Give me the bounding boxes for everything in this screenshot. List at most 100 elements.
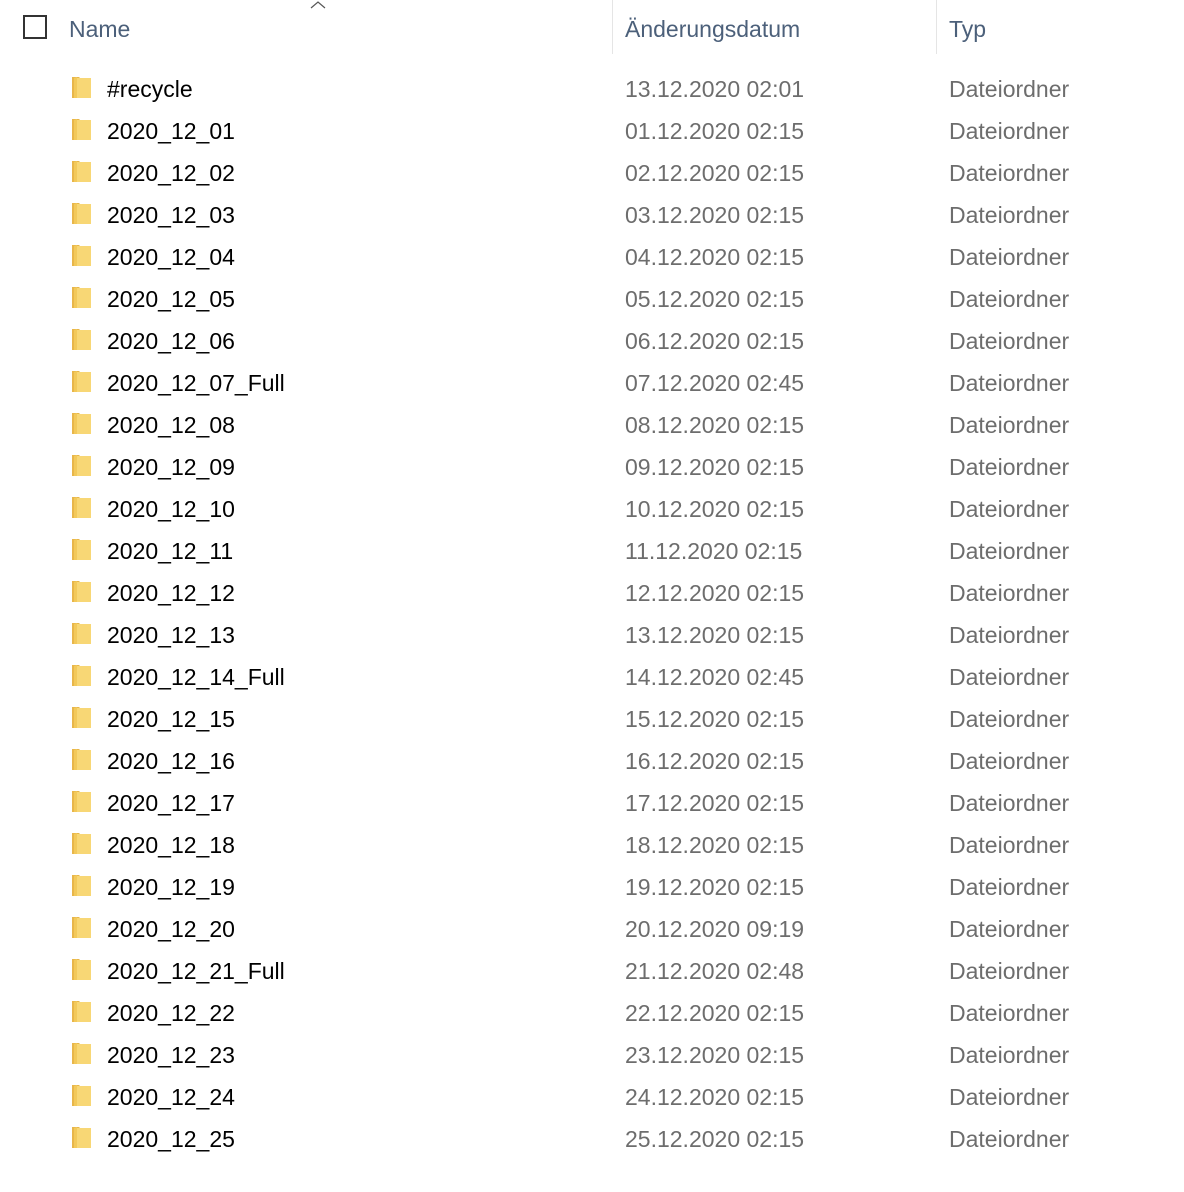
file-type: Dateiordner bbox=[949, 1126, 1070, 1152]
folder-icon bbox=[72, 119, 91, 140]
file-row[interactable]: 2020_12_10 10.12.2020 02:15 Dateiordner bbox=[0, 488, 1184, 530]
file-list: #recycle 13.12.2020 02:01 Dateiordner 2020_… bbox=[0, 68, 1184, 1160]
file-date-modified: 13.12.2020 02:15 bbox=[625, 622, 805, 648]
file-row[interactable]: 2020_12_04 04.12.2020 02:15 Dateiordner bbox=[0, 236, 1184, 278]
file-row[interactable]: 2020_12_03 03.12.2020 02:15 Dateiordner bbox=[0, 194, 1184, 236]
file-name: 2020_12_08 bbox=[107, 412, 235, 438]
file-type: Dateiordner bbox=[949, 496, 1070, 522]
file-row[interactable]: 2020_12_09 09.12.2020 02:15 Dateiordner bbox=[0, 446, 1184, 488]
folder-icon bbox=[72, 833, 91, 854]
select-all-checkbox[interactable] bbox=[23, 15, 47, 39]
file-row[interactable]: 2020_12_07_Full 07.12.2020 02:45 Dateiordn… bbox=[0, 362, 1184, 404]
folder-icon bbox=[72, 287, 91, 308]
file-name: #recycle bbox=[107, 76, 193, 102]
file-name: 2020_12_24 bbox=[107, 1084, 235, 1110]
file-date-modified: 01.12.2020 02:15 bbox=[625, 118, 805, 144]
folder-icon bbox=[72, 413, 91, 434]
file-name: 2020_12_21_Full bbox=[107, 958, 285, 984]
file-name: 2020_12_04 bbox=[107, 244, 235, 270]
file-type: Dateiordner bbox=[949, 622, 1070, 648]
file-row[interactable]: 2020_12_12 12.12.2020 02:15 Dateiordner bbox=[0, 572, 1184, 614]
folder-icon bbox=[72, 203, 91, 224]
folder-icon bbox=[72, 329, 91, 350]
folder-icon bbox=[72, 161, 91, 182]
file-explorer-details-view: Name Änderungsdatum Typ #recycle 13.12.20… bbox=[0, 0, 1184, 1192]
file-date-modified: 02.12.2020 02:15 bbox=[625, 160, 805, 186]
file-row[interactable]: 2020_12_21_Full 21.12.2020 02:48 Dateiordn… bbox=[0, 950, 1184, 992]
file-date-modified: 19.12.2020 02:15 bbox=[625, 874, 805, 900]
column-header-date-modified[interactable]: Änderungsdatum bbox=[625, 0, 925, 54]
folder-icon bbox=[72, 371, 91, 392]
file-type: Dateiordner bbox=[949, 454, 1070, 480]
folder-icon bbox=[72, 1085, 91, 1106]
folder-icon bbox=[72, 77, 91, 98]
file-row[interactable]: 2020_12_01 01.12.2020 02:15 Dateiordner bbox=[0, 110, 1184, 152]
column-divider[interactable] bbox=[936, 0, 937, 54]
file-type: Dateiordner bbox=[949, 706, 1070, 732]
file-row[interactable]: 2020_12_13 13.12.2020 02:15 Dateiordner bbox=[0, 614, 1184, 656]
file-row[interactable]: 2020_12_19 19.12.2020 02:15 Dateiordner bbox=[0, 866, 1184, 908]
file-type: Dateiordner bbox=[949, 916, 1070, 942]
file-type: Dateiordner bbox=[949, 412, 1070, 438]
file-name: 2020_12_18 bbox=[107, 832, 235, 858]
file-type: Dateiordner bbox=[949, 76, 1070, 102]
folder-icon bbox=[72, 497, 91, 518]
file-row[interactable]: 2020_12_24 24.12.2020 02:15 Dateiordner bbox=[0, 1076, 1184, 1118]
folder-icon bbox=[72, 707, 91, 728]
file-row[interactable]: 2020_12_05 05.12.2020 02:15 Dateiordner bbox=[0, 278, 1184, 320]
file-name: 2020_12_01 bbox=[107, 118, 235, 144]
file-name: 2020_12_07_Full bbox=[107, 370, 285, 396]
file-type: Dateiordner bbox=[949, 202, 1070, 228]
file-row[interactable]: 2020_12_02 02.12.2020 02:15 Dateiordner bbox=[0, 152, 1184, 194]
folder-icon bbox=[72, 875, 91, 896]
file-name: 2020_12_15 bbox=[107, 706, 235, 732]
folder-icon bbox=[72, 623, 91, 644]
file-date-modified: 23.12.2020 02:15 bbox=[625, 1042, 805, 1068]
folder-icon bbox=[72, 1001, 91, 1022]
file-name: 2020_12_17 bbox=[107, 790, 235, 816]
file-row[interactable]: 2020_12_17 17.12.2020 02:15 Dateiordner bbox=[0, 782, 1184, 824]
file-type: Dateiordner bbox=[949, 1000, 1070, 1026]
file-type: Dateiordner bbox=[949, 832, 1070, 858]
file-type: Dateiordner bbox=[949, 790, 1070, 816]
file-name: 2020_12_12 bbox=[107, 580, 235, 606]
column-divider[interactable] bbox=[612, 0, 613, 54]
file-row[interactable]: 2020_12_20 20.12.2020 09:19 Dateiordner bbox=[0, 908, 1184, 950]
file-row[interactable]: 2020_12_15 15.12.2020 02:15 Dateiordner bbox=[0, 698, 1184, 740]
folder-icon bbox=[72, 749, 91, 770]
file-row[interactable]: 2020_12_11 11.12.2020 02:15 Dateiordner bbox=[0, 530, 1184, 572]
file-name: 2020_12_06 bbox=[107, 328, 235, 354]
folder-icon bbox=[72, 581, 91, 602]
file-date-modified: 21.12.2020 02:48 bbox=[625, 958, 805, 984]
folder-icon bbox=[72, 1043, 91, 1064]
file-row[interactable]: 2020_12_23 23.12.2020 02:15 Dateiordner bbox=[0, 1034, 1184, 1076]
file-date-modified: 12.12.2020 02:15 bbox=[625, 580, 805, 606]
file-name: 2020_12_20 bbox=[107, 916, 235, 942]
file-row[interactable]: 2020_12_25 25.12.2020 02:15 Dateiordner bbox=[0, 1118, 1184, 1160]
file-name: 2020_12_22 bbox=[107, 1000, 235, 1026]
file-name: 2020_12_25 bbox=[107, 1126, 235, 1152]
column-header-name[interactable]: Name bbox=[69, 0, 609, 54]
file-date-modified: 22.12.2020 02:15 bbox=[625, 1000, 805, 1026]
file-row[interactable]: 2020_12_16 16.12.2020 02:15 Dateiordner bbox=[0, 740, 1184, 782]
file-type: Dateiordner bbox=[949, 118, 1070, 144]
column-header-type[interactable]: Typ bbox=[949, 0, 1149, 54]
file-name: 2020_12_16 bbox=[107, 748, 235, 774]
file-type: Dateiordner bbox=[949, 244, 1070, 270]
file-name: 2020_12_03 bbox=[107, 202, 235, 228]
file-row[interactable]: 2020_12_08 08.12.2020 02:15 Dateiordner bbox=[0, 404, 1184, 446]
file-row[interactable]: 2020_12_14_Full 14.12.2020 02:45 Dateiordn… bbox=[0, 656, 1184, 698]
file-date-modified: 17.12.2020 02:15 bbox=[625, 790, 805, 816]
file-row[interactable]: 2020_12_18 18.12.2020 02:15 Dateiordner bbox=[0, 824, 1184, 866]
file-date-modified: 06.12.2020 02:15 bbox=[625, 328, 805, 354]
folder-icon bbox=[72, 539, 91, 560]
file-row[interactable]: 2020_12_06 06.12.2020 02:15 Dateiordner bbox=[0, 320, 1184, 362]
file-row[interactable]: 2020_12_22 22.12.2020 02:15 Dateiordner bbox=[0, 992, 1184, 1034]
file-row[interactable]: #recycle 13.12.2020 02:01 Dateiordner bbox=[0, 68, 1184, 110]
folder-icon bbox=[72, 959, 91, 980]
file-name: 2020_12_10 bbox=[107, 496, 235, 522]
file-name: 2020_12_23 bbox=[107, 1042, 235, 1068]
file-type: Dateiordner bbox=[949, 874, 1070, 900]
file-date-modified: 14.12.2020 02:45 bbox=[625, 664, 805, 690]
file-date-modified: 04.12.2020 02:15 bbox=[625, 244, 805, 270]
